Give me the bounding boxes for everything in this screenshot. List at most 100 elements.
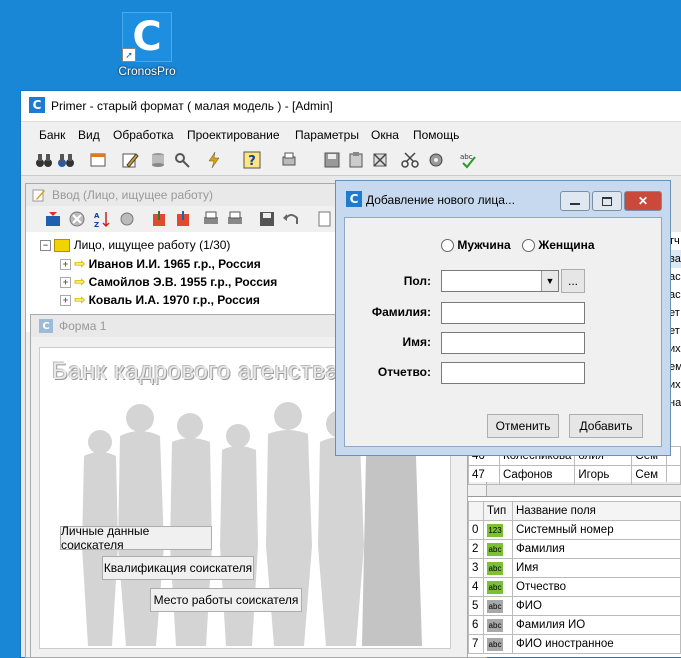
- form-window-icon[interactable]: [89, 151, 107, 169]
- save-icon[interactable]: [258, 210, 276, 228]
- field-name-cell: Системный номер: [512, 520, 681, 540]
- table-row[interactable]: 2 abc Фамилия: [468, 539, 681, 559]
- radio-female[interactable]: Женщина: [522, 238, 595, 253]
- help-icon[interactable]: ?: [243, 151, 261, 169]
- type-text-icon: abc: [487, 542, 503, 556]
- menu-windows[interactable]: Окна: [371, 128, 399, 142]
- delete-record-icon[interactable]: [371, 151, 389, 169]
- menu-processing[interactable]: Обработка: [113, 128, 174, 142]
- close-button[interactable]: ✕: [624, 191, 662, 211]
- scissors-icon[interactable]: [401, 151, 419, 169]
- qualification-button[interactable]: Квалификация соискателя: [102, 556, 254, 580]
- table-row[interactable]: 47 Сафонов Игорь Сем: [468, 465, 681, 485]
- workplace-button[interactable]: Место работы соискателя: [150, 588, 302, 612]
- table-row[interactable]: 7 abc ФИО иностранное: [468, 634, 681, 654]
- expand-icon[interactable]: +: [60, 295, 71, 307]
- menu-parameters[interactable]: Параметры: [295, 128, 359, 142]
- desktop-icon-cronospro[interactable]: C ➚ CronosPro: [118, 12, 176, 82]
- menu-view[interactable]: Вид: [78, 128, 100, 142]
- maximize-icon: [602, 196, 612, 206]
- import-icon[interactable]: [174, 210, 192, 228]
- field-name-cell: Отчество: [512, 577, 681, 597]
- type-text-icon: abc: [487, 561, 503, 575]
- label-otchestvo: Отчетво:: [377, 365, 431, 379]
- svg-text:Z: Z: [94, 221, 99, 228]
- binoculars-icon[interactable]: [35, 151, 53, 169]
- row-number: 2: [468, 539, 484, 559]
- sort-az-icon[interactable]: AZ: [94, 210, 112, 228]
- tree-root[interactable]: − Лицо, ищущее работу (1/30): [40, 238, 231, 253]
- table-row[interactable]: 3 abc Имя: [468, 558, 681, 578]
- browse-button[interactable]: ...: [561, 269, 585, 293]
- binoculars-blue-icon[interactable]: [57, 151, 75, 169]
- menu-design[interactable]: Проектирование: [187, 128, 280, 142]
- menu-help[interactable]: Помощь: [413, 128, 459, 142]
- cancel-circle-icon[interactable]: [68, 210, 86, 228]
- arrow-right-icon: ⇨: [74, 292, 86, 307]
- paste-icon[interactable]: [347, 151, 365, 169]
- search-key-icon[interactable]: [173, 151, 191, 169]
- radio-male[interactable]: Мужчина: [441, 238, 511, 253]
- spellcheck-icon[interactable]: abc: [459, 151, 477, 169]
- menu-bank[interactable]: Банк: [39, 128, 65, 142]
- tree-root-label: Лицо, ищущее работу (1/30): [73, 238, 231, 252]
- expand-icon[interactable]: +: [60, 259, 71, 271]
- shortcut-arrow-icon: ➚: [122, 48, 136, 62]
- edit-pencil-icon[interactable]: [121, 151, 139, 169]
- radio-female-circle[interactable]: [522, 239, 535, 253]
- column-header-field-name[interactable]: Название поля: [512, 501, 681, 521]
- type-number-icon: 123: [487, 523, 503, 537]
- arrow-right-icon: ⇨: [74, 256, 86, 271]
- database-icon[interactable]: [149, 151, 167, 169]
- forma-title: Форма 1: [59, 319, 107, 333]
- add-button[interactable]: Добавить: [569, 414, 643, 438]
- minimize-button[interactable]: [560, 191, 590, 211]
- tree-item[interactable]: + ⇨ Иванов И.И. 1965 г.р., Россия: [60, 256, 261, 272]
- tree-item-label: Самойлов Э.В. 1955 г.р., Россия: [88, 275, 278, 289]
- tree-item-label: Иванов И.И. 1965 г.р., Россия: [88, 257, 261, 271]
- label-pol: Пол:: [403, 274, 431, 288]
- personal-data-button[interactable]: Личные данные соискателя: [60, 524, 212, 552]
- collapse-icon[interactable]: −: [40, 240, 51, 252]
- type-computed-text-icon: abc: [487, 599, 503, 613]
- label-imya: Имя:: [402, 335, 432, 349]
- column-header-type[interactable]: Тип: [483, 501, 513, 521]
- print-dropdown-icon[interactable]: [281, 151, 299, 169]
- fields-grid: Тип Название поля 0 123 Системный номер 2a…: [468, 496, 681, 657]
- table-row[interactable]: 0 123 Системный номер: [468, 520, 681, 540]
- cancel-button[interactable]: Отменить: [487, 414, 559, 438]
- expand-icon[interactable]: +: [60, 277, 71, 289]
- type-computed-text-icon: abc: [487, 637, 503, 651]
- pol-select[interactable]: ▼: [441, 270, 559, 292]
- tree-item[interactable]: + ⇨ Коваль И.А. 1970 г.р., Россия: [60, 292, 260, 308]
- table-row[interactable]: 5 abc ФИО: [468, 596, 681, 616]
- lightning-icon[interactable]: [205, 151, 223, 169]
- maximize-button[interactable]: [592, 191, 622, 211]
- familiya-field[interactable]: [441, 302, 585, 324]
- app-logo-icon: C: [346, 191, 362, 207]
- print-icon[interactable]: [202, 210, 220, 228]
- new-doc-icon[interactable]: [316, 210, 334, 228]
- filter-gear-icon[interactable]: [118, 210, 136, 228]
- table-row[interactable]: 6 abc Фамилия ИО: [468, 615, 681, 635]
- chevron-down-icon[interactable]: ▼: [541, 271, 558, 291]
- radio-male-circle[interactable]: [441, 239, 454, 253]
- otchestvo-field[interactable]: [441, 362, 585, 384]
- svg-text:A: A: [94, 212, 100, 220]
- edit-doc-icon: [32, 189, 45, 202]
- cell-surname: Сафонов: [498, 465, 576, 485]
- row-number: 7: [468, 634, 484, 654]
- table-row[interactable]: 4 abc Отчество: [468, 577, 681, 597]
- add-record-icon[interactable]: [44, 210, 62, 228]
- tree-item[interactable]: + ⇨ Самойлов Э.В. 1955 г.р., Россия: [60, 274, 277, 290]
- row-number: 6: [468, 615, 484, 635]
- settings-gear-icon[interactable]: [427, 151, 445, 169]
- imya-field[interactable]: [441, 332, 585, 354]
- tree-item-label: Коваль И.А. 1970 г.р., Россия: [88, 293, 260, 307]
- arrow-right-icon: ⇨: [74, 274, 86, 289]
- save-disk-icon[interactable]: [323, 151, 341, 169]
- undo-icon[interactable]: [282, 210, 300, 228]
- fields-header-row: Тип Название поля: [468, 501, 681, 521]
- export-icon[interactable]: [150, 210, 168, 228]
- print-preview-icon[interactable]: [226, 210, 244, 228]
